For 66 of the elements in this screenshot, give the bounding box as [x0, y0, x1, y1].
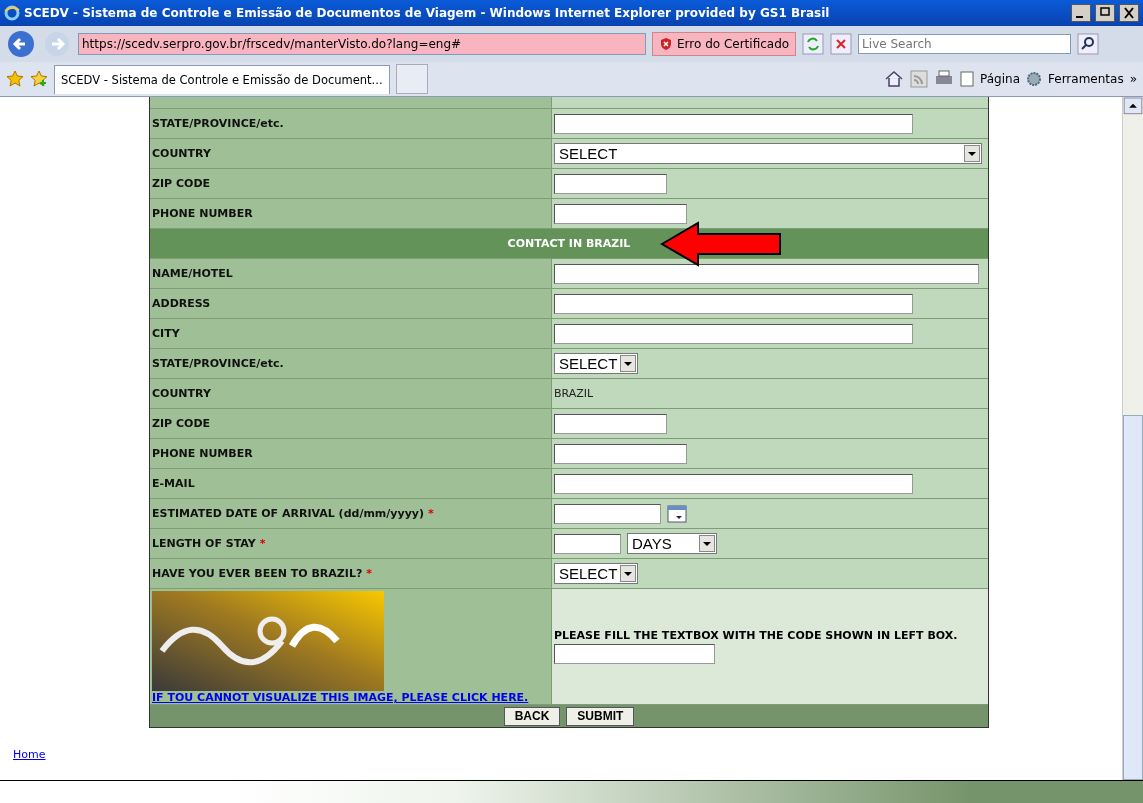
captcha-instruction: PLEASE FILL THE TEXTBOX WITH THE CODE SHOWN IN LEFT BOX.	[554, 629, 959, 642]
calendar-icon[interactable]	[667, 503, 687, 524]
shield-icon	[659, 37, 673, 51]
field-label: PHONE NUMBER	[150, 439, 552, 468]
field-label: ESTIMATED DATE OF ARRIVAL (dd/mm/yyyy) *	[150, 499, 552, 528]
field-label: CITY	[150, 319, 552, 348]
text-field[interactable]	[554, 173, 667, 194]
tools-menu[interactable]: Ferramentas	[1048, 72, 1124, 86]
captcha-help-link[interactable]: IF TOU CANNOT VISUALIZE THIS IMAGE, PLEASE CLICK HERE.	[152, 691, 549, 704]
text-field[interactable]	[554, 293, 913, 314]
maximize-icon[interactable]	[1095, 4, 1115, 22]
page-icon	[960, 71, 975, 87]
address-field[interactable]: https://scedv.serpro.gov.br/frscedv/manterVisto.do?lang=eng#	[78, 33, 646, 55]
scrollbar-thumb[interactable]	[1123, 414, 1143, 780]
search-icon[interactable]	[1077, 33, 1100, 55]
text-field[interactable]	[554, 473, 913, 494]
caret-icon	[964, 145, 980, 162]
text-field[interactable]	[554, 203, 687, 224]
text-field[interactable]	[554, 323, 913, 344]
field-label: HAVE YOU EVER BEEN TO BRAZIL? *	[150, 559, 552, 588]
gear-icon	[1026, 71, 1042, 87]
text-field[interactable]	[554, 113, 913, 134]
stop-icon[interactable]	[830, 33, 853, 55]
field-value: BRAZIL	[554, 387, 594, 400]
field-label: STATE/PROVINCE/etc.	[150, 349, 552, 378]
page-menu[interactable]: Página	[980, 72, 1020, 86]
field-label: PHONE NUMBER	[150, 199, 552, 228]
field-label: STATE/PROVINCE/etc.	[150, 109, 552, 138]
text-field[interactable]	[554, 413, 667, 434]
caret-icon	[620, 565, 636, 582]
captcha-field[interactable]	[554, 644, 715, 664]
field-label: ZIP CODE	[150, 169, 552, 198]
favorites-star-icon[interactable]	[6, 70, 24, 88]
refresh-icon[interactable]	[802, 33, 825, 55]
window-title: SCEDV - Sistema de Controle e Emissão de Documentos de Viagem - Windows Internet Explorer provided by GS1 Brasil	[24, 6, 831, 20]
text-field[interactable]	[554, 263, 979, 284]
submit-button[interactable]: SUBMIT	[566, 706, 635, 726]
field-label: E-MAIL	[150, 469, 552, 498]
field-label: COUNTRY	[150, 139, 552, 168]
back-icon[interactable]	[6, 29, 36, 59]
caret-icon	[620, 355, 636, 372]
field-label: ZIP CODE	[150, 409, 552, 438]
browser-tab[interactable]: SCEDV - Sistema de Controle e Emissão de Document...	[54, 64, 390, 94]
select-field[interactable]: DAYS	[627, 533, 717, 554]
home-icon[interactable]	[884, 70, 905, 88]
close-icon[interactable]	[1119, 4, 1139, 22]
field-label: COUNTRY	[150, 379, 552, 408]
scroll-up-icon[interactable]	[1123, 97, 1143, 115]
field-label: ADDRESS	[150, 289, 552, 318]
field-label: NAME/HOTEL	[150, 259, 552, 288]
select-field[interactable]: SELECT	[554, 563, 638, 584]
text-field[interactable]	[554, 533, 621, 554]
date-field[interactable]	[554, 503, 661, 524]
certificate-error-button[interactable]: Erro do Certificado	[652, 32, 797, 56]
browser-logo-icon	[4, 5, 20, 21]
home-link[interactable]: Home	[13, 748, 46, 761]
select-field[interactable]: SELECT	[554, 353, 638, 374]
search-field[interactable]: Live Search	[858, 34, 1072, 54]
text-field[interactable]	[554, 443, 687, 464]
select-field[interactable]: SELECT	[554, 143, 982, 164]
more-button[interactable]: »	[1129, 72, 1137, 86]
caret-icon	[699, 535, 715, 552]
minimize-icon[interactable]	[1071, 4, 1091, 22]
add-favorite-icon[interactable]	[30, 70, 48, 88]
back-button[interactable]: BACK	[503, 706, 561, 726]
field-label: LENGTH OF STAY *	[150, 529, 552, 558]
